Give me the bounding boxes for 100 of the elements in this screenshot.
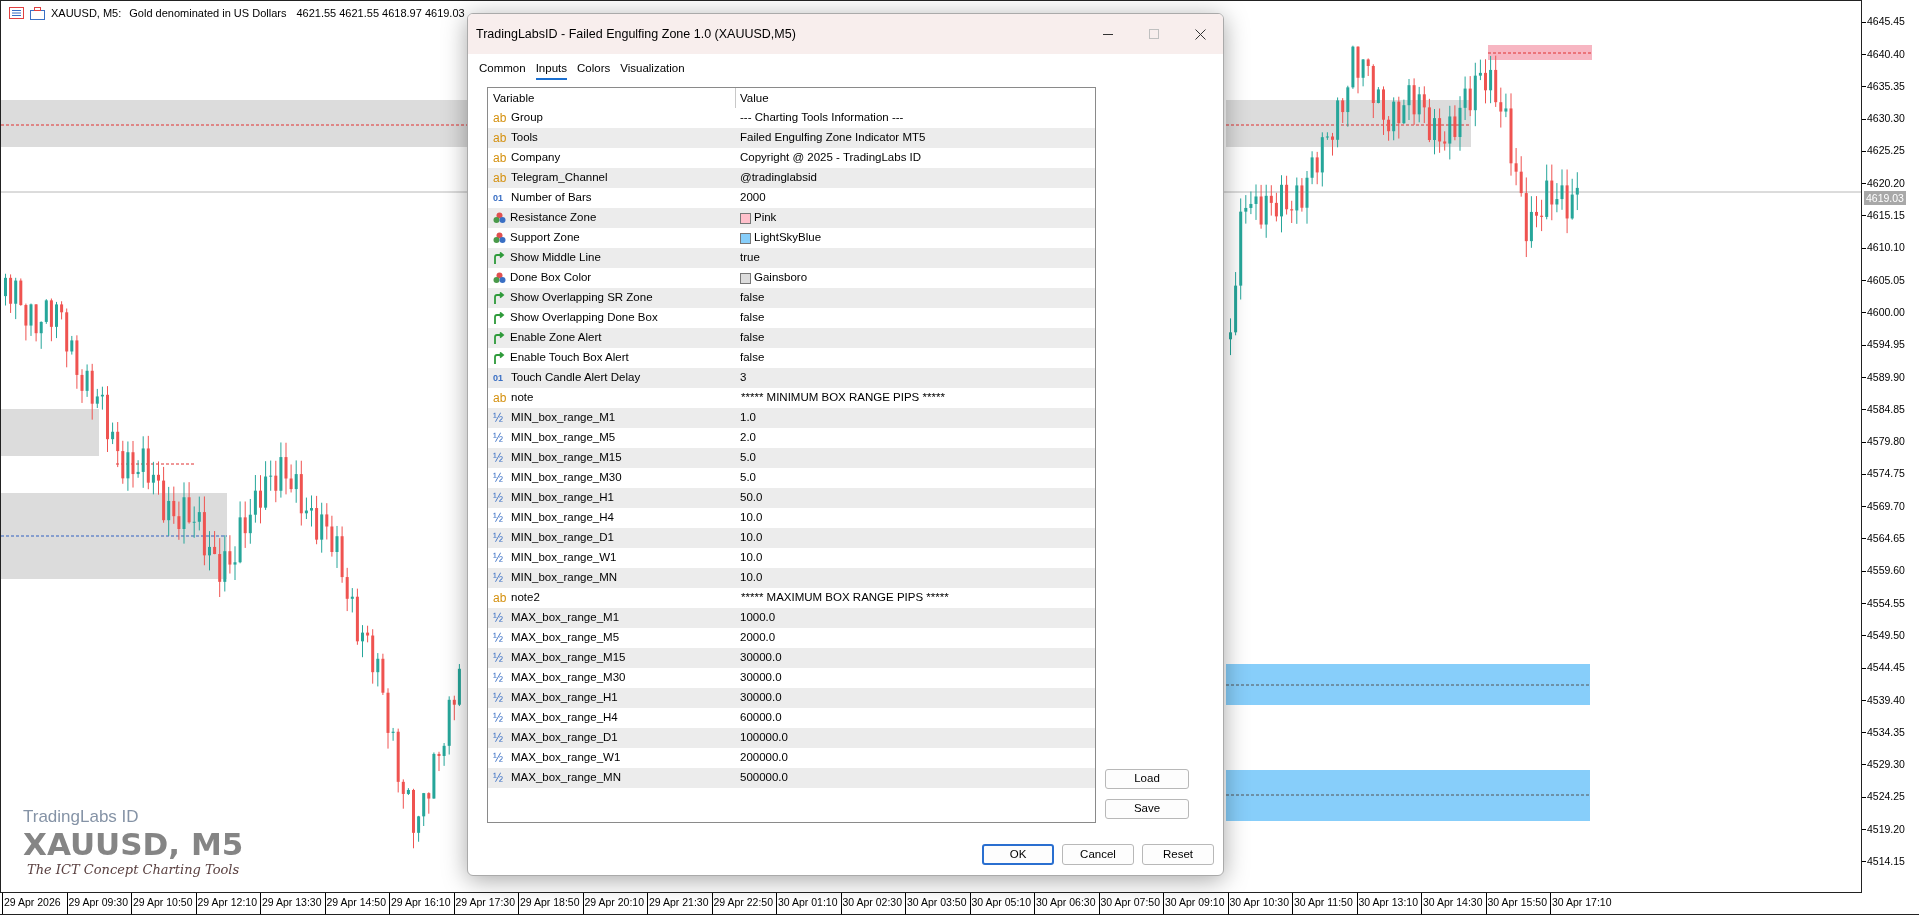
input-row[interactable]: ½ MIN_box_range_M1 1.0 — [488, 408, 1095, 428]
side-button[interactable]: Save — [1105, 799, 1189, 819]
double-type-icon: ½ — [493, 412, 507, 424]
list-icon — [9, 7, 24, 20]
price-label: 4559.60 — [1867, 563, 1905, 579]
input-row[interactable]: ½ MIN_box_range_H1 50.0 — [488, 488, 1095, 508]
candlestick — [157, 460, 160, 496]
price-label: 4630.30 — [1867, 111, 1905, 127]
price-label: 4514.15 — [1867, 854, 1905, 869]
variable-name: MAX_box_range_W1 — [511, 750, 621, 766]
tab[interactable]: Visualization — [620, 58, 685, 80]
variable-value: Copyright @ 2025 - TradingLabs ID — [740, 150, 922, 166]
candlestick — [1484, 58, 1487, 104]
integer-type-icon: 01 — [493, 373, 507, 383]
tab[interactable]: Common — [479, 58, 526, 80]
time-label: 30 Apr 09:10 — [1163, 893, 1228, 914]
chart-symbol: XAUUSD, M5: — [51, 6, 122, 21]
input-row[interactable]: ½ MAX_box_range_H1 30000.0 — [488, 688, 1095, 708]
price-label: 4574.75 — [1867, 466, 1905, 482]
variable-name: Number of Bars — [511, 190, 592, 206]
side-button[interactable]: Load — [1105, 769, 1189, 789]
candlestick — [412, 788, 415, 849]
variable-value: 30000.0 — [740, 690, 782, 706]
variable-value: 30000.0 — [740, 670, 782, 686]
variable-value: 30000.0 — [740, 650, 782, 666]
price-label: 4554.55 — [1867, 595, 1905, 611]
time-label: 29 Apr 22:50 — [711, 893, 776, 914]
time-label: 30 Apr 15:50 — [1485, 893, 1550, 914]
variable-value: 100000.0 — [740, 730, 788, 746]
input-row[interactable]: Show Middle Line true — [488, 248, 1095, 268]
input-row[interactable]: ½ MAX_box_range_M1 1000.0 — [488, 608, 1095, 628]
variable-value: 5.0 — [740, 470, 756, 486]
double-type-icon: ½ — [493, 532, 507, 544]
double-type-icon: ½ — [493, 552, 507, 564]
input-row[interactable]: 01 Touch Candle Alert Delay 3 — [488, 368, 1095, 388]
double-type-icon: ½ — [493, 632, 507, 644]
tab[interactable]: Colors — [577, 58, 611, 80]
double-type-icon: ½ — [493, 752, 507, 764]
time-label: 30 Apr 07:50 — [1098, 893, 1163, 914]
input-row[interactable]: ½ MAX_box_range_MN 500000.0 — [488, 768, 1095, 788]
variable-name: MIN_box_range_MN — [511, 570, 618, 586]
price-label: 4544.45 — [1867, 660, 1905, 676]
variable-value: true — [740, 250, 760, 266]
price-label: 4579.80 — [1867, 434, 1905, 450]
variable-value: false — [740, 290, 765, 306]
input-row[interactable]: Resistance Zone Pink — [488, 208, 1095, 228]
ohlc-prices: 4621.55 4621.55 4618.97 4619.03 — [296, 6, 465, 21]
candlestick — [1535, 195, 1538, 228]
input-row[interactable]: ½ MIN_box_range_D1 10.0 — [488, 528, 1095, 548]
time-label: 30 Apr 02:30 — [840, 893, 905, 914]
variable-value: Failed Engulfing Zone Indicator MT5 — [740, 130, 926, 146]
arrow-icon — [493, 332, 506, 344]
time-label: 29 Apr 21:30 — [647, 893, 712, 914]
price-label: 4625.25 — [1867, 143, 1905, 159]
input-row[interactable]: ab Tools Failed Engulfing Zone Indicator MT5 — [488, 128, 1095, 148]
time-label: 29 Apr 09:30 — [66, 893, 131, 914]
integer-type-icon: 01 — [493, 193, 507, 203]
variable-value: 3 — [740, 370, 747, 386]
dialog-button[interactable]: Cancel — [1062, 844, 1134, 865]
variable-value: LightSkyBlue — [754, 230, 822, 246]
time-label: 29 Apr 2026 — [2, 893, 67, 914]
price-label: 4605.05 — [1867, 272, 1905, 288]
tab[interactable]: Inputs — [535, 58, 567, 80]
variable-value: 2000.0 — [740, 630, 776, 646]
dialog-button[interactable]: Reset — [1142, 844, 1214, 865]
price-label: 4524.25 — [1867, 789, 1905, 805]
variable-value: 1.0 — [740, 410, 756, 426]
maximize-icon — [1149, 29, 1159, 39]
price-label: 4519.20 — [1867, 821, 1905, 837]
candlestick — [4, 273, 7, 306]
input-row[interactable]: Show Overlapping SR Zone false — [488, 288, 1095, 308]
time-label: 29 Apr 18:50 — [518, 893, 583, 914]
brand-label: TradingLabs ID — [23, 807, 140, 827]
price-label: 4529.30 — [1867, 757, 1905, 773]
input-row[interactable]: Enable Zone Alert false — [488, 328, 1095, 348]
time-label: 29 Apr 16:10 — [389, 893, 454, 914]
variable-name: note — [511, 390, 534, 406]
price-label: 4600.00 — [1867, 304, 1905, 320]
candlestick — [1433, 108, 1436, 155]
variable-name: Telegram_Channel — [511, 170, 608, 186]
variable-name: MIN_box_range_H1 — [511, 490, 614, 506]
input-row[interactable]: ½ MAX_box_range_D1 100000.0 — [488, 728, 1095, 748]
variable-name: MAX_box_range_H1 — [511, 690, 618, 706]
time-label: 30 Apr 01:10 — [776, 893, 841, 914]
dialog-button[interactable]: OK — [982, 844, 1054, 865]
candlestick — [1331, 132, 1334, 157]
input-row[interactable]: ½ MAX_box_range_M15 30000.0 — [488, 648, 1095, 668]
arrow-icon — [493, 252, 506, 264]
variable-name: MIN_box_range_W1 — [511, 550, 617, 566]
current-price-label: 4619.03 — [1864, 191, 1906, 205]
variable-name: MIN_box_range_H4 — [511, 510, 614, 526]
price-label: 4640.40 — [1867, 46, 1905, 62]
double-type-icon: ½ — [493, 672, 507, 684]
input-row[interactable]: ½ MIN_box_range_MN 10.0 — [488, 568, 1095, 588]
variable-value: 10.0 — [740, 510, 763, 526]
candlestick — [361, 624, 364, 658]
input-row[interactable]: ½ MIN_box_range_M15 5.0 — [488, 448, 1095, 468]
double-type-icon: ½ — [493, 772, 507, 784]
input-row[interactable]: ab Telegram_Channel @tradinglabsid — [488, 168, 1095, 188]
variable-name: Touch Candle Alert Delay — [511, 370, 641, 386]
